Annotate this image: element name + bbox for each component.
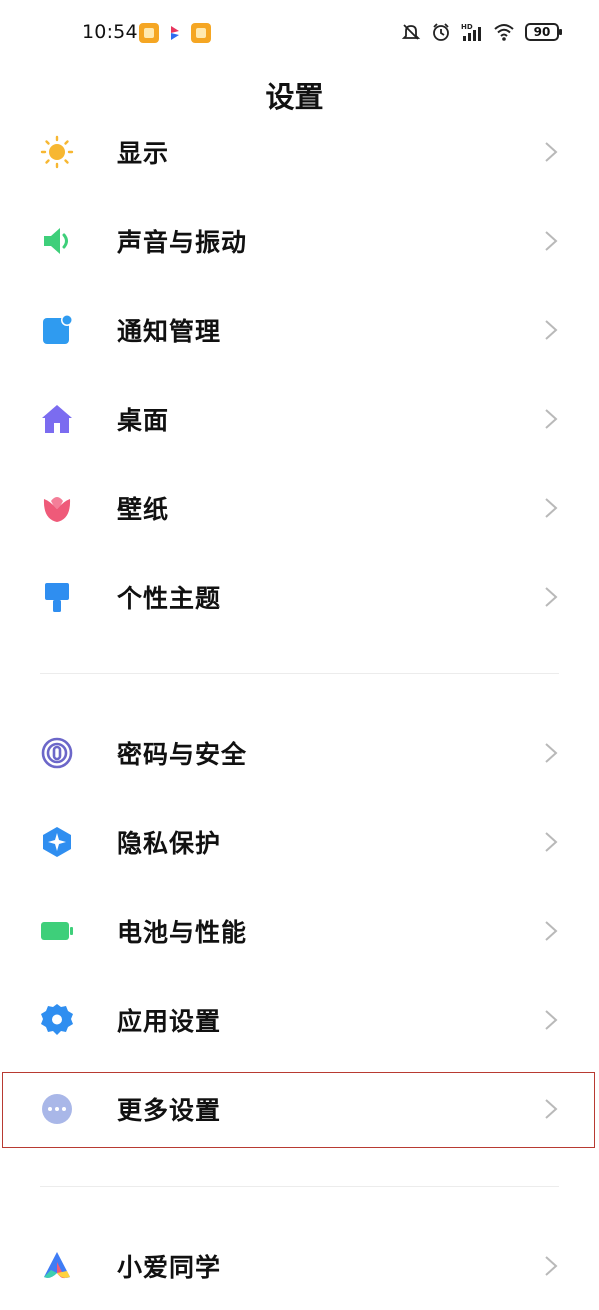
settings-item-xiaoai[interactable]: 小爱同学 (0, 1221, 599, 1310)
video-app-notification-icon (165, 23, 185, 43)
settings-item-label: 密码与安全 (117, 739, 248, 769)
privacy-shield-icon (40, 825, 74, 859)
settings-item-wallpaper[interactable]: 壁纸 (0, 463, 599, 552)
wifi-icon (494, 24, 514, 41)
notification-icons (139, 23, 211, 43)
notification-icon (40, 313, 74, 347)
settings-item-label: 小爱同学 (117, 1252, 222, 1282)
chevron-right-icon (545, 831, 558, 852)
settings-item-themes[interactable]: 个性主题 (0, 552, 599, 641)
fingerprint-icon (40, 736, 74, 770)
settings-item-app-settings[interactable]: 应用设置 (0, 975, 599, 1064)
alarm-icon (433, 23, 449, 41)
section-divider (40, 673, 559, 674)
settings-item-label: 通知管理 (117, 316, 222, 346)
settings-item-label: 个性主题 (117, 583, 222, 613)
settings-item-battery-performance[interactable]: 电池与性能 (0, 886, 599, 975)
chevron-right-icon (545, 408, 558, 429)
settings-item-label: 壁纸 (117, 494, 170, 524)
settings-item-label: 应用设置 (117, 1006, 222, 1036)
home-icon (40, 402, 74, 436)
settings-item-notifications[interactable]: 通知管理 (0, 285, 599, 374)
chevron-right-icon (545, 497, 558, 518)
settings-item-more-settings[interactable]: 更多设置 (0, 1064, 599, 1153)
settings-item-label: 更多设置 (117, 1095, 222, 1125)
chevron-right-icon (545, 319, 558, 340)
chevron-right-icon (545, 1098, 558, 1119)
sun-icon (40, 135, 74, 169)
battery-icon (40, 914, 74, 948)
settings-item-label: 隐私保护 (117, 828, 222, 858)
hd-signal-icon: HD (461, 23, 481, 41)
battery-icon: 90 (525, 23, 562, 41)
settings-item-label: 声音与振动 (117, 227, 248, 257)
status-time: 10:54 (82, 21, 138, 43)
xiaoai-icon (40, 1249, 74, 1283)
chevron-right-icon (545, 230, 558, 251)
brush-icon (40, 580, 74, 614)
settings-item-label: 桌面 (117, 405, 170, 435)
settings-item-label: 显示 (117, 138, 170, 168)
chevron-right-icon (545, 1009, 558, 1030)
chevron-right-icon (545, 586, 558, 607)
svg-text:HD: HD (461, 23, 473, 31)
mute-bell-icon (401, 24, 421, 40)
more-dots-icon (40, 1092, 74, 1126)
settings-item-sound-vibration[interactable]: 声音与振动 (0, 196, 599, 285)
speaker-icon (40, 224, 74, 258)
system-icons: HD 90 (401, 22, 562, 42)
gear-icon (40, 1003, 74, 1037)
settings-item-privacy[interactable]: 隐私保护 (0, 797, 599, 886)
app-notification-icon (191, 23, 211, 43)
settings-item-password-security[interactable]: 密码与安全 (0, 708, 599, 797)
section-divider (40, 1186, 559, 1187)
status-bar: 10:54 HD 90 (0, 0, 599, 66)
chevron-right-icon (545, 1255, 558, 1276)
chevron-right-icon (545, 920, 558, 941)
settings-item-display[interactable]: 显示 (0, 107, 599, 196)
settings-item-home-screen[interactable]: 桌面 (0, 374, 599, 463)
chevron-right-icon (545, 141, 558, 162)
settings-item-label: 电池与性能 (117, 917, 248, 947)
chevron-right-icon (545, 742, 558, 763)
tulip-icon (40, 491, 74, 525)
app-notification-icon (139, 23, 159, 43)
